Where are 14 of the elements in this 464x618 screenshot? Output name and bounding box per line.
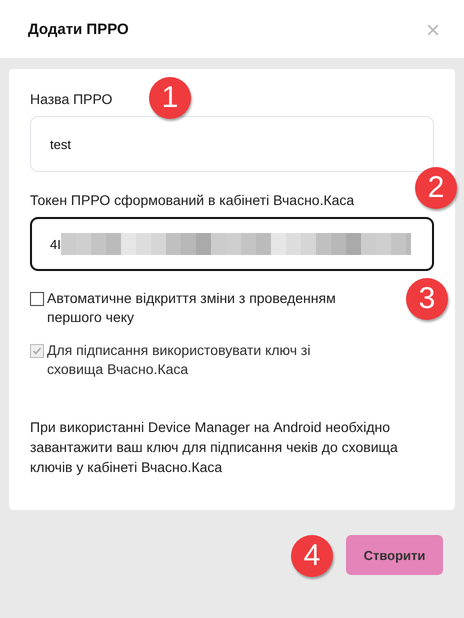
info-text: При використанні Device Manager на Android необхідно завантажити ваш ключ для підписання чеків до сховища ключів у кабінеті Вчасно.Каса [30,418,399,477]
field-value: test [50,136,71,152]
checkbox-label: Для підписання використовувати ключ зі сховища Вчасно.Каса [47,341,312,379]
input-field[interactable]: test [30,116,434,172]
input-field[interactable]: 4I [30,217,434,271]
field-label: Токен ПРРО сформований в кабінеті Вчасно.Каса [30,192,354,208]
create-button[interactable]: Створити [346,535,443,575]
field-label: Назва ПРРО [30,91,112,107]
check-icon [32,346,42,356]
callout-badge: 4 [291,535,333,577]
dialog-title: Додати ПРРО [28,20,129,38]
checkbox[interactable] [30,292,44,306]
checkbox-label: Автоматичне відкриття зміни з проведенням першого чеку [47,289,337,327]
field-value: 4I [50,236,61,252]
